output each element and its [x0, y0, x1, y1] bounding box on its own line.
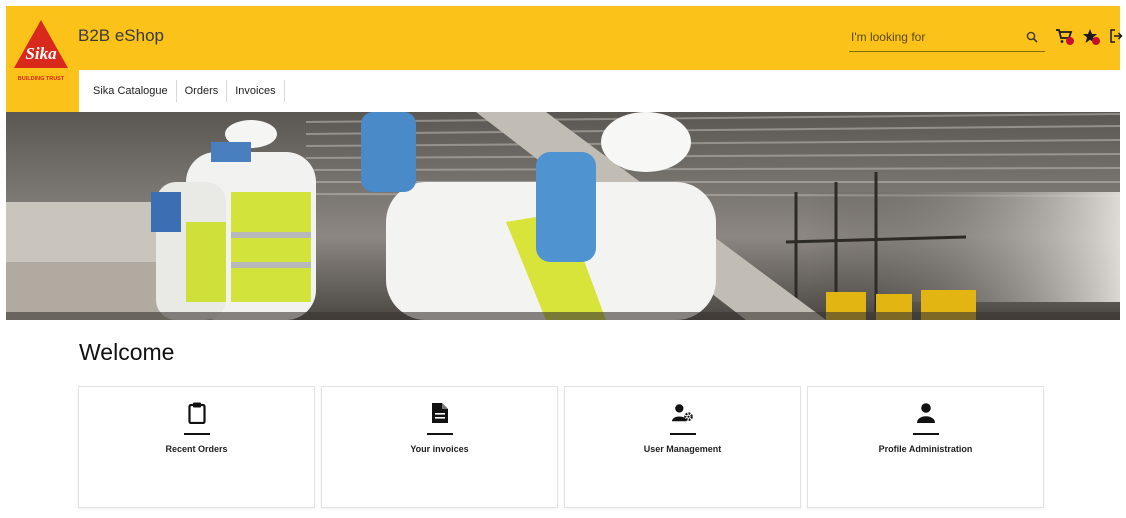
tile-user-management[interactable]: User Management: [564, 386, 801, 508]
tile-grid: Recent Orders Your invoices User Managem…: [78, 386, 1044, 508]
search-icon[interactable]: [1023, 28, 1041, 46]
header-actions: [1054, 26, 1126, 46]
user-gear-icon: [671, 401, 694, 425]
user-icon: [915, 401, 937, 425]
tile-divider: [426, 433, 453, 435]
hero-image: [6, 112, 1120, 320]
tile-label: Recent Orders: [165, 444, 228, 454]
welcome-heading: Welcome: [79, 339, 175, 365]
nav-item-orders[interactable]: Orders: [177, 80, 228, 102]
app-title: B2B eShop: [78, 26, 165, 45]
tile-recent-orders[interactable]: Recent Orders: [78, 386, 315, 508]
search-box: [849, 24, 1045, 52]
favorites-star-icon[interactable]: [1080, 27, 1100, 45]
tile-profile-administration[interactable]: Profile Administration: [807, 386, 1044, 508]
document-icon: [429, 401, 451, 425]
nav-item-invoices[interactable]: Invoices: [227, 80, 285, 102]
svg-text:BUILDING TRUST: BUILDING TRUST: [18, 76, 65, 82]
nav-item-sika-catalogue[interactable]: Sika Catalogue: [85, 80, 177, 102]
main-nav: Sika Catalogue Orders Invoices: [79, 70, 1121, 112]
page-frame: Sika BUILDING TRUST B2B eShop I'm lookin…: [6, 6, 1123, 518]
tile-divider: [183, 433, 210, 435]
sika-logo[interactable]: Sika BUILDING TRUST: [10, 16, 72, 84]
tile-divider: [669, 433, 696, 435]
svg-text:Sika: Sika: [25, 44, 57, 63]
cart-badge: [1066, 37, 1074, 45]
tile-label: Your invoices: [410, 444, 469, 454]
tile-divider: [912, 433, 939, 435]
cart-icon[interactable]: [1054, 27, 1074, 45]
favorites-badge: [1092, 37, 1100, 45]
tile-label: User Management: [643, 444, 722, 454]
clipboard-icon: [186, 401, 208, 425]
tile-label: Profile Administration: [878, 444, 973, 454]
header: Sika BUILDING TRUST B2B eShop I'm lookin…: [6, 6, 1123, 112]
tile-your-invoices[interactable]: Your invoices: [321, 386, 558, 508]
search-input[interactable]: [851, 27, 1019, 47]
logout-icon[interactable]: [1106, 27, 1126, 45]
